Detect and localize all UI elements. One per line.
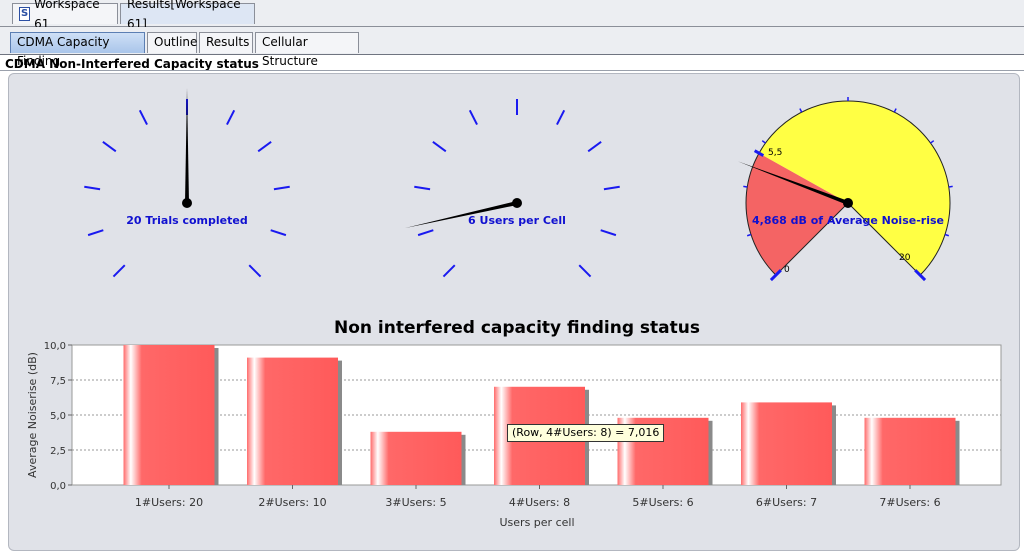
- gauge-tick: [248, 264, 262, 278]
- gauge-tick: [87, 229, 104, 237]
- gauge-tick: [944, 233, 950, 237]
- y-tick-label: 0,0: [50, 481, 66, 492]
- x-tick-label: 1#Users: 20: [135, 496, 203, 509]
- trials-gauge: [84, 88, 290, 278]
- x-tick-label: 2#Users: 10: [258, 496, 326, 509]
- gauge-tick: [414, 185, 431, 191]
- gauge-tick: [746, 233, 752, 237]
- x-tick-label: 7#Users: 6: [879, 496, 940, 509]
- y-tick-label: 7,5: [50, 376, 66, 387]
- gauge-tick: [893, 108, 897, 113]
- gauge-tick: [257, 141, 272, 153]
- x-tick-label: 4#Users: 8: [509, 496, 570, 509]
- gauge-tick: [587, 141, 602, 153]
- users-gauge: [404, 99, 620, 278]
- y-axis-ticks: 0,0 2,5 5,0 7,5 10,0: [44, 341, 72, 492]
- y-tick-label: 2,5: [50, 446, 66, 457]
- users-gauge-label: 6 Users per Cell: [468, 214, 566, 227]
- bar[interactable]: [123, 345, 215, 485]
- x-axis-ticks: 1#Users: 20 2#Users: 10 3#Users: 5 4#Users:…: [135, 485, 941, 509]
- noise-rise-gauge: [737, 97, 953, 282]
- dashboard-canvas: 20 Trials completed 6 Users per Cell 4,8…: [26, 88, 1002, 529]
- gauge-tick: [930, 140, 935, 144]
- y-axis-label: Average Noiserise (dB): [26, 352, 39, 478]
- y-tick-label: 10,0: [44, 341, 66, 352]
- gauge-tick: [556, 109, 566, 126]
- gauge-tick: [600, 229, 617, 237]
- gauge-tick: [743, 185, 748, 188]
- x-axis-label: Users per cell: [500, 516, 575, 529]
- x-tick-label: 3#Users: 5: [385, 496, 446, 509]
- trials-gauge-label: 20 Trials completed: [126, 214, 247, 227]
- bar[interactable]: [370, 431, 462, 485]
- gauge-tick: [270, 229, 287, 237]
- gauge-tick: [468, 109, 478, 126]
- x-tick-label: 5#Users: 6: [632, 496, 693, 509]
- gauge-tick: [112, 264, 126, 278]
- noise-rise-gauge-label: 4,868 dB of Average Noise-rise: [752, 214, 944, 227]
- noise-max-label: 20: [899, 253, 911, 263]
- bar-tooltip: (Row, 4#Users: 8) = 7,016: [507, 424, 665, 442]
- gauge-tick: [417, 229, 434, 237]
- gauge-tick: [138, 109, 148, 126]
- gauge-tick: [84, 185, 101, 191]
- gauge-tick: [102, 141, 117, 153]
- bar[interactable]: [247, 357, 338, 485]
- gauge-tick: [442, 264, 456, 278]
- bar[interactable]: [864, 417, 956, 485]
- gauge-tick: [603, 185, 620, 191]
- gauge-needle: [185, 88, 189, 203]
- gauge-tick: [273, 185, 290, 191]
- noise-min-label: 0: [784, 265, 790, 275]
- gauge-tick: [948, 185, 953, 188]
- bar[interactable]: [741, 402, 832, 485]
- chart-title: Non interfered capacity finding status: [334, 318, 700, 338]
- gauge-hub: [843, 198, 853, 208]
- gauge-tick: [799, 108, 803, 113]
- gauge-tick: [432, 141, 447, 153]
- x-tick-label: 6#Users: 7: [756, 496, 817, 509]
- y-tick-label: 5,0: [50, 411, 66, 422]
- gauge-hub: [182, 198, 192, 208]
- gauge-hub: [512, 198, 522, 208]
- gauge-tick: [578, 264, 592, 278]
- gauge-tick: [761, 140, 766, 144]
- noise-threshold-label: 5,5: [768, 148, 782, 158]
- gauge-tick: [226, 109, 236, 126]
